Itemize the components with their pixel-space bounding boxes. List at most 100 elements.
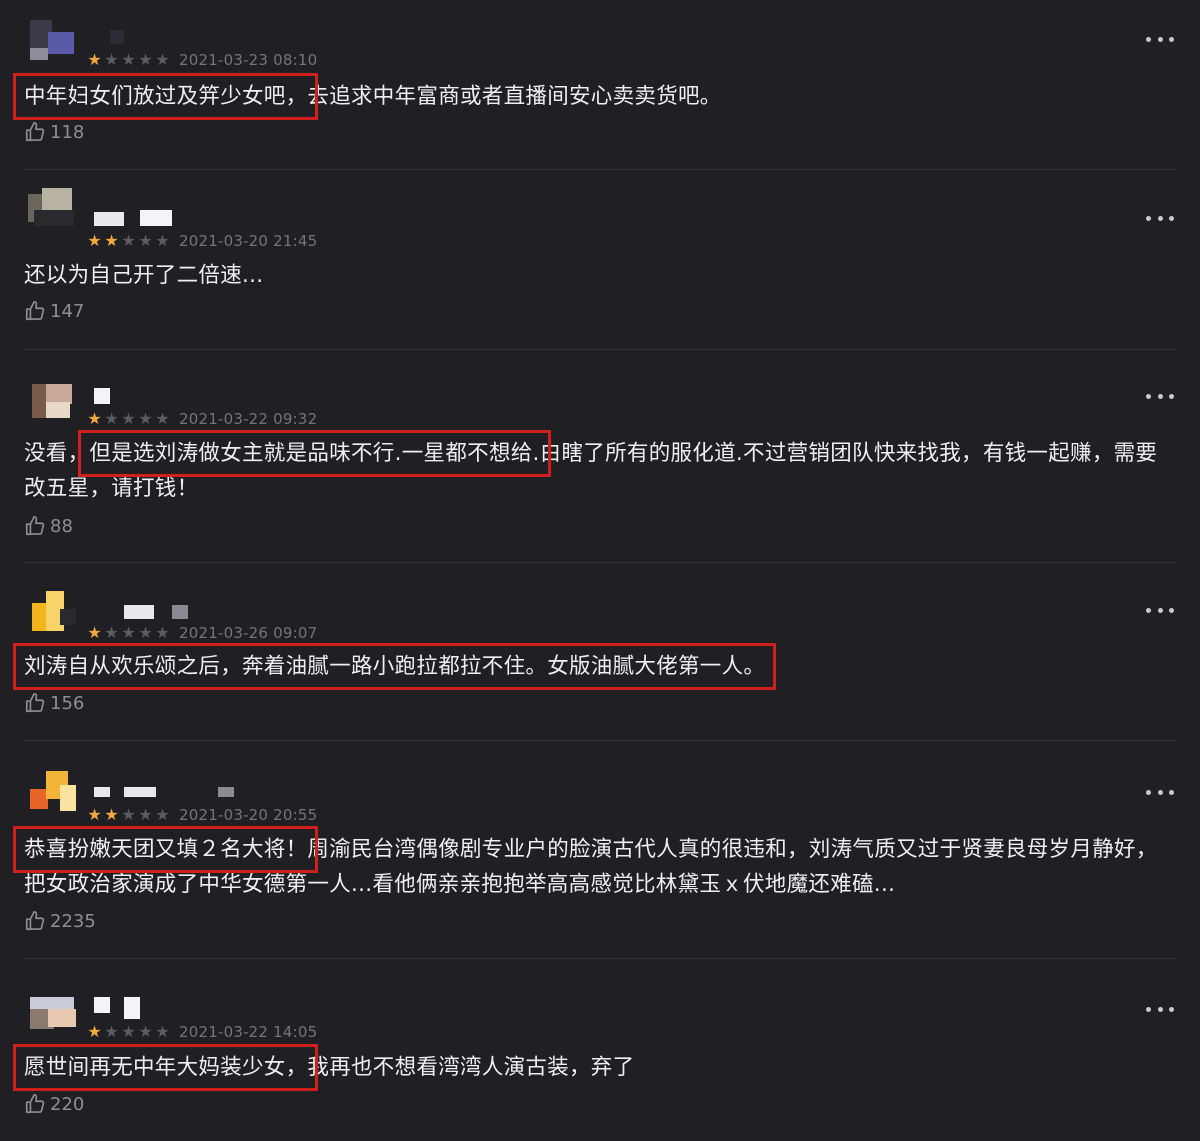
thumbs-up-icon xyxy=(25,122,45,142)
star-empty-icon: ★ xyxy=(138,50,153,69)
username-redacted[interactable] xyxy=(124,997,140,1019)
username-redacted[interactable] xyxy=(140,210,172,226)
thumbs-up-icon xyxy=(25,911,45,931)
star-rating: ★ ★ ★ ★ ★ xyxy=(86,411,171,427)
username-redacted[interactable] xyxy=(94,388,110,404)
star-empty-icon: ★ xyxy=(138,805,153,824)
username-redacted[interactable] xyxy=(124,605,154,619)
highlighted-text: 愿世间再无中年大妈装少女， xyxy=(12,1044,319,1091)
like-count: 118 xyxy=(50,121,85,143)
thumbs-up-icon xyxy=(25,301,45,321)
more-options-icon[interactable] xyxy=(1146,33,1174,45)
more-options-icon[interactable] xyxy=(1146,212,1174,224)
star-empty-icon: ★ xyxy=(155,50,170,69)
review-time: 2021-03-22 09:32 xyxy=(179,410,318,428)
review-item: ★ ★ ★ ★ ★ 2021-03-23 08:10 中年妇女们放过及笄少女吧，去追求中… xyxy=(0,0,1200,170)
username-redacted[interactable] xyxy=(94,787,110,797)
star-rating: ★ ★ ★ ★ ★ xyxy=(86,625,171,641)
highlighted-text: 刘涛自从欢乐颂之后，奔着油腻一路小跑拉都拉不住。女版油腻大佬第一人。 xyxy=(12,643,777,690)
star-empty-icon: ★ xyxy=(155,805,170,824)
star-empty-icon: ★ xyxy=(104,623,119,642)
star-rating: ★ ★ ★ ★ ★ xyxy=(86,807,171,823)
review-item: ★ ★ ★ ★ ★ 2021-03-22 14:05 愿世间再无中年大妈装少女，我再也不… xyxy=(0,959,1200,1141)
avatar[interactable] xyxy=(26,16,78,62)
highlighted-text: 但是选刘涛做女主就是品味不行.一星都不想给. xyxy=(78,430,551,477)
like-button[interactable]: 2235 xyxy=(24,910,96,932)
avatar[interactable] xyxy=(26,769,78,815)
review-meta: ★ ★ ★ ★ ★ 2021-03-20 21:45 xyxy=(86,232,317,250)
star-empty-icon: ★ xyxy=(138,409,153,428)
like-button[interactable]: 88 xyxy=(24,515,73,537)
star-filled-icon: ★ xyxy=(104,805,119,824)
like-button[interactable]: 220 xyxy=(24,1093,84,1115)
star-empty-icon: ★ xyxy=(138,231,153,250)
review-feed: ★ ★ ★ ★ ★ 2021-03-23 08:10 中年妇女们放过及笄少女吧，去追求中… xyxy=(0,0,1200,1141)
avatar[interactable] xyxy=(26,995,78,1041)
review-time: 2021-03-22 14:05 xyxy=(179,1023,318,1041)
like-count: 2235 xyxy=(50,910,96,932)
review-text: 刘涛自从欢乐颂之后，奔着油腻一路小跑拉都拉不住。女版油腻大佬第一人。 xyxy=(12,643,1174,690)
review-meta: ★ ★ ★ ★ ★ 2021-03-23 08:10 xyxy=(86,51,317,69)
star-empty-icon: ★ xyxy=(155,623,170,642)
star-empty-icon: ★ xyxy=(138,1022,153,1041)
star-empty-icon: ★ xyxy=(121,409,136,428)
avatar[interactable] xyxy=(26,184,78,230)
star-empty-icon: ★ xyxy=(104,409,119,428)
star-filled-icon: ★ xyxy=(87,50,102,69)
username-redacted[interactable] xyxy=(124,787,156,797)
like-count: 220 xyxy=(50,1093,85,1115)
review-text: 恭喜扮嫩天团又填２名大将！周渝民台湾偶像剧专业户的脸演古代人真的很违和，刘涛气质… xyxy=(12,826,1158,897)
username-redacted[interactable] xyxy=(94,212,124,226)
star-empty-icon: ★ xyxy=(155,231,170,250)
star-filled-icon: ★ xyxy=(87,805,102,824)
star-empty-icon: ★ xyxy=(121,50,136,69)
review-meta: ★ ★ ★ ★ ★ 2021-03-22 09:32 xyxy=(86,410,317,428)
review-time: 2021-03-20 20:55 xyxy=(179,806,318,824)
highlighted-text: 中年妇女们放过及笄少女吧， xyxy=(12,73,319,120)
star-filled-icon: ★ xyxy=(104,231,119,250)
like-count: 88 xyxy=(50,515,73,537)
highlighted-text: 恭喜扮嫩天团又填２名大将！ xyxy=(12,826,319,873)
review-item: ★ ★ ★ ★ ★ 2021-03-20 20:55 恭喜扮嫩天团又填２名大将！周渝民台… xyxy=(0,741,1200,959)
avatar[interactable] xyxy=(26,589,78,635)
review-text: 没看，但是选刘涛做女主就是品味不行.一星都不想给.白瞎了所有的服化道.不过营销团… xyxy=(24,430,1158,501)
like-button[interactable]: 147 xyxy=(24,300,84,322)
star-empty-icon: ★ xyxy=(104,1022,119,1041)
more-options-icon[interactable] xyxy=(1146,786,1174,798)
review-meta: ★ ★ ★ ★ ★ 2021-03-20 20:55 xyxy=(86,806,317,824)
review-item: ★ ★ ★ ★ ★ 2021-03-26 09:07 刘涛自从欢乐颂之后，奔着油腻一路小… xyxy=(0,563,1200,741)
thumbs-up-icon xyxy=(25,1094,45,1114)
thumbs-up-icon xyxy=(25,693,45,713)
more-options-icon[interactable] xyxy=(1146,1003,1174,1015)
star-empty-icon: ★ xyxy=(121,805,136,824)
star-rating: ★ ★ ★ ★ ★ xyxy=(86,233,171,249)
review-time: 2021-03-26 09:07 xyxy=(179,624,318,642)
username-redacted[interactable] xyxy=(218,787,234,797)
review-item: ★ ★ ★ ★ ★ 2021-03-22 09:32 没看，但是选刘涛做女主就是品味不行… xyxy=(0,350,1200,563)
star-rating: ★ ★ ★ ★ ★ xyxy=(86,52,171,68)
more-options-icon[interactable] xyxy=(1146,604,1174,616)
star-empty-icon: ★ xyxy=(121,1022,136,1041)
thumbs-up-icon xyxy=(25,516,45,536)
like-button[interactable]: 156 xyxy=(24,692,84,714)
more-options-icon[interactable] xyxy=(1146,390,1174,402)
star-empty-icon: ★ xyxy=(138,623,153,642)
star-empty-icon: ★ xyxy=(155,409,170,428)
star-filled-icon: ★ xyxy=(87,623,102,642)
review-meta: ★ ★ ★ ★ ★ 2021-03-22 14:05 xyxy=(86,1023,317,1041)
username-redacted[interactable] xyxy=(172,605,188,619)
review-text: 中年妇女们放过及笄少女吧，去追求中年富商或者直播间安心卖卖货吧。 xyxy=(12,73,722,120)
star-empty-icon: ★ xyxy=(155,1022,170,1041)
star-empty-icon: ★ xyxy=(121,231,136,250)
star-filled-icon: ★ xyxy=(87,1022,102,1041)
avatar[interactable] xyxy=(26,380,78,426)
like-button[interactable]: 118 xyxy=(24,121,84,143)
review-time: 2021-03-20 21:45 xyxy=(179,232,318,250)
star-rating: ★ ★ ★ ★ ★ xyxy=(86,1024,171,1040)
username-redacted[interactable] xyxy=(110,30,124,44)
review-text: 愿世间再无中年大妈装少女，我再也不想看湾湾人演古装，弃了 xyxy=(12,1044,635,1091)
username-redacted[interactable] xyxy=(94,997,110,1013)
like-count: 156 xyxy=(50,692,85,714)
star-empty-icon: ★ xyxy=(121,623,136,642)
star-filled-icon: ★ xyxy=(87,409,102,428)
